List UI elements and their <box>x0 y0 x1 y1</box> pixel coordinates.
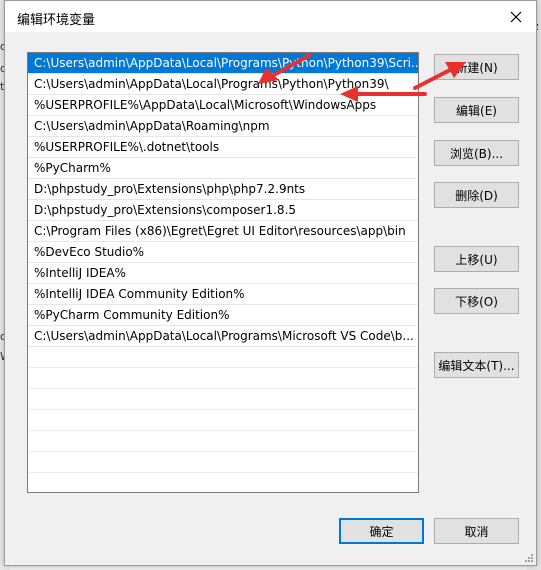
empty-list-row[interactable] <box>28 347 418 368</box>
empty-list-row[interactable] <box>28 389 418 410</box>
list-item[interactable]: %PyCharm Community Edition% <box>28 305 418 326</box>
cancel-button[interactable]: 取消 <box>434 518 519 544</box>
list-item[interactable]: D:\phpstudy_pro\Extensions\composer1.8.5 <box>28 200 418 221</box>
delete-button[interactable]: 删除(D) <box>434 182 519 208</box>
browse-button[interactable]: 浏览(B)... <box>434 140 519 166</box>
list-item[interactable]: %USERPROFILE%\.dotnet\tools <box>28 137 418 158</box>
list-item[interactable]: C:\Program Files (x86)\Egret\Egret UI Ed… <box>28 221 418 242</box>
dialog-titlebar: 编辑环境变量 <box>5 1 536 32</box>
list-item[interactable]: %IntelliJ IDEA Community Edition% <box>28 284 418 305</box>
list-item[interactable]: %USERPROFILE%\AppData\Local\Microsoft\Wi… <box>28 95 418 116</box>
new-button[interactable]: 新建(N) <box>434 54 519 80</box>
list-item[interactable]: %IntelliJ IDEA% <box>28 263 418 284</box>
list-item[interactable]: C:\Users\admin\AppData\Local\Programs\Mi… <box>28 326 418 347</box>
edit-button[interactable]: 编辑(E) <box>434 97 519 123</box>
edit-text-button[interactable]: 编辑文本(T)... <box>434 352 519 378</box>
ok-button[interactable]: 确定 <box>339 518 424 544</box>
move-up-button[interactable]: 上移(U) <box>434 246 519 272</box>
edit-environment-variable-dialog: 编辑环境变量 C:\Users\admin\AppData\Local\Prog… <box>4 0 537 566</box>
list-item[interactable]: C:\Users\admin\AppData\Roaming\npm <box>28 116 418 137</box>
close-icon <box>510 11 522 22</box>
list-item[interactable]: C:\Users\admin\AppData\Local\Programs\Py… <box>28 53 418 74</box>
list-item[interactable]: C:\Users\admin\AppData\Local\Programs\Py… <box>28 74 418 95</box>
path-list[interactable]: C:\Users\admin\AppData\Local\Programs\Py… <box>27 52 419 493</box>
empty-list-row[interactable] <box>28 368 418 389</box>
close-button[interactable] <box>496 1 536 32</box>
empty-list-row[interactable] <box>28 452 418 473</box>
list-item[interactable]: %PyCharm% <box>28 158 418 179</box>
move-down-button[interactable]: 下移(O) <box>434 288 519 314</box>
list-item[interactable]: %DevEco Studio% <box>28 242 418 263</box>
empty-list-row[interactable] <box>28 473 418 492</box>
empty-list-row[interactable] <box>28 410 418 431</box>
resize-grip-icon[interactable] <box>524 553 534 563</box>
list-item[interactable]: D:\phpstudy_pro\Extensions\php\php7.2.9n… <box>28 179 418 200</box>
dialog-title: 编辑环境变量 <box>17 13 96 28</box>
empty-list-row[interactable] <box>28 431 418 452</box>
